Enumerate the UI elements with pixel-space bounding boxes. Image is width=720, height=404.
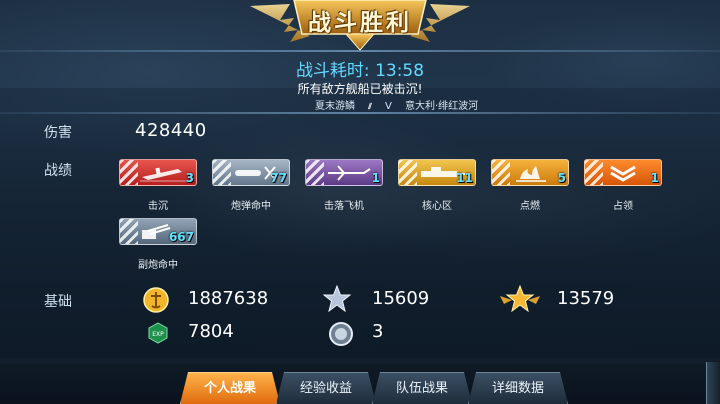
sinking-ship-icon (140, 167, 186, 182)
gold-winged-star-icon (500, 284, 540, 313)
medal-count: 667 (168, 230, 194, 244)
silver-star-icon (323, 285, 351, 313)
victory-title: 战斗胜利 (308, 10, 412, 36)
medal-fire[interactable]: 5 (491, 159, 569, 186)
tab-detailed-data[interactable]: 详细数据 (468, 372, 568, 404)
side-drawer-handle[interactable] (706, 362, 720, 404)
slash-mark-icon: ⫽ (368, 102, 372, 111)
enemy-player-name: 意大利·绯红波河 (404, 101, 479, 112)
medal-count: 3 (185, 171, 194, 185)
orb-icon (329, 322, 353, 346)
credits-coin-icon (143, 287, 169, 313)
medal-caption: 点燃 (520, 201, 540, 212)
medal-caption: 击落飞机 (324, 201, 364, 212)
medal-capture[interactable]: 1 (584, 159, 662, 186)
medal-citadel[interactable]: 11 (398, 159, 476, 186)
damage-value: 428440 (135, 120, 207, 141)
medal-caption: 炮弹命中 (231, 201, 271, 212)
result-message: 所有敌方舰船已被击沉! (297, 82, 423, 96)
medal-caption: 击沉 (148, 201, 168, 212)
matchup-line: 夏末游鳞 ⫽ V 意大利·绯红波河 (315, 97, 488, 112)
medal-caption: 核心区 (422, 201, 452, 212)
medal-secondary-hit[interactable]: 667 (119, 218, 197, 245)
vs-label: V (384, 101, 392, 112)
medal-count: 1 (650, 171, 659, 185)
capture-chevron-icon (610, 165, 636, 182)
gold-star-value: 13579 (557, 288, 615, 309)
svg-text:EXP: EXP (152, 331, 164, 338)
ally-player-name: 夏末游鳞 (315, 101, 355, 112)
medal-shell-hit[interactable]: 77 (212, 159, 290, 186)
achievements-label: 战绩 (44, 163, 72, 179)
medal-count: 1 (371, 171, 380, 185)
medal-sink[interactable]: 3 (119, 159, 197, 186)
basics-label: 基础 (44, 294, 72, 310)
medal-count: 77 (270, 171, 287, 185)
tab-experience-gains[interactable]: 经验收益 (276, 372, 376, 404)
medal-caption: 副炮命中 (138, 260, 178, 271)
medal-plane-down[interactable]: 1 (305, 159, 383, 186)
exp-badge-icon: EXP (148, 322, 168, 344)
orb-value: 3 (372, 321, 384, 342)
silver-star-value: 15609 (372, 288, 430, 309)
damage-label: 伤害 (44, 125, 72, 141)
fire-icon (516, 166, 546, 182)
medal-caption: 占领 (613, 201, 633, 212)
credits-value: 1887638 (188, 288, 269, 309)
plane-down-icon (328, 165, 371, 181)
battle-duration: 战斗耗时: 13:58 (295, 61, 425, 81)
medal-count: 5 (557, 171, 566, 185)
results-panel (0, 88, 720, 358)
victory-banner: 战斗胜利 (250, 0, 470, 52)
tab-personal-results[interactable]: 个人战果 (180, 372, 280, 404)
header-divider (0, 112, 720, 114)
tab-team-results[interactable]: 队伍战果 (372, 372, 472, 404)
medal-count: 11 (456, 171, 473, 185)
exp-value: 7804 (188, 321, 234, 342)
